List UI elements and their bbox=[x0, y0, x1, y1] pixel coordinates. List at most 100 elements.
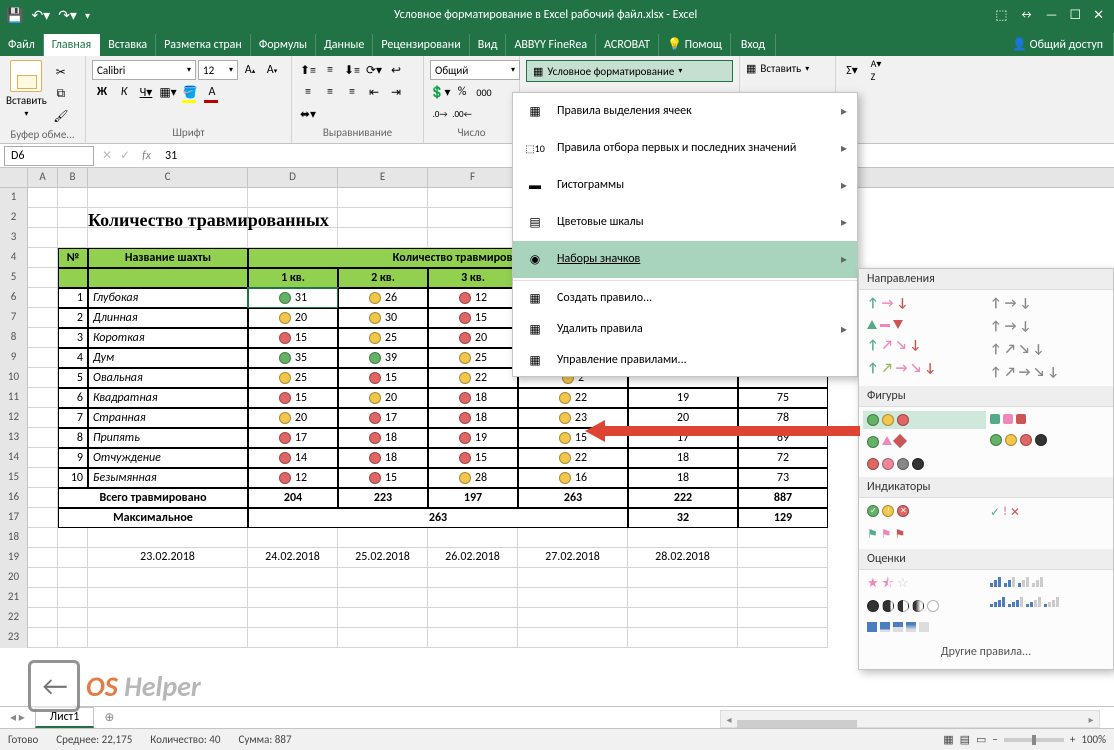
cell[interactable] bbox=[248, 588, 338, 608]
cf-manage-rules[interactable]: ▦Управление правилами... bbox=[513, 345, 857, 376]
iconset-3-stars[interactable]: ★⯪☆ bbox=[863, 574, 986, 593]
paste-button[interactable]: Вставить▾ bbox=[6, 60, 47, 126]
name-box[interactable]: D6 bbox=[4, 146, 94, 166]
select-all-corner[interactable] bbox=[0, 168, 28, 187]
italic-icon[interactable]: К bbox=[114, 82, 134, 102]
iconset-5-ratings[interactable] bbox=[986, 594, 1109, 610]
cell[interactable] bbox=[428, 528, 518, 548]
cell[interactable] bbox=[628, 608, 738, 628]
copy-icon[interactable]: ⧉ bbox=[51, 84, 71, 104]
cell[interactable] bbox=[88, 528, 248, 548]
iconset-3-traffic-unrimmed[interactable] bbox=[863, 411, 986, 429]
font-size-select[interactable]: 12 ▾ bbox=[198, 60, 238, 80]
cell[interactable] bbox=[248, 628, 338, 648]
cell[interactable] bbox=[628, 528, 738, 548]
cf-color-scales[interactable]: ▤Цветовые шкалы▸ bbox=[513, 204, 857, 241]
minimize-icon[interactable]: — bbox=[1046, 8, 1058, 23]
cell[interactable] bbox=[628, 588, 738, 608]
cell[interactable] bbox=[58, 188, 88, 208]
cell[interactable] bbox=[88, 188, 248, 208]
bold-icon[interactable]: Ж bbox=[92, 82, 112, 102]
maximize-icon[interactable]: ☐ bbox=[1069, 8, 1081, 23]
dec-decimal-icon[interactable]: .00← bbox=[452, 104, 472, 124]
tab-abbyy[interactable]: ABBYY FineRea bbox=[506, 34, 596, 56]
iconset-3-symbols[interactable]: ✓!✕ bbox=[986, 502, 1109, 523]
insert-cells-icon[interactable]: ▦ bbox=[746, 62, 756, 75]
iconset-3-arrows-gray2[interactable]: ↑→↓ bbox=[986, 317, 1109, 336]
cell[interactable] bbox=[428, 568, 518, 588]
cf-top-bottom-rules[interactable]: ⬚10Правила отбора первых и последних зна… bbox=[513, 130, 857, 167]
shrink-font-icon[interactable]: A▾ bbox=[262, 60, 282, 80]
format-painter-icon[interactable]: 🖌 bbox=[51, 106, 71, 126]
zoom-in-icon[interactable]: + bbox=[1070, 733, 1075, 746]
close-icon[interactable]: ✕ bbox=[1093, 8, 1104, 23]
horizontal-scrollbar[interactable]: ◂▸ bbox=[720, 710, 1100, 728]
view-break-icon[interactable]: ▭ bbox=[976, 733, 986, 746]
iconset-5-arrows-gray[interactable]: ↑↗→↘↓ bbox=[986, 363, 1109, 382]
autosum-icon[interactable]: Σ▾ bbox=[842, 60, 862, 80]
cell[interactable] bbox=[428, 588, 518, 608]
col-E[interactable]: E bbox=[338, 168, 428, 187]
cell[interactable] bbox=[88, 588, 248, 608]
iconset-5-quarters[interactable] bbox=[863, 597, 986, 615]
cell[interactable] bbox=[248, 608, 338, 628]
cell[interactable] bbox=[248, 188, 338, 208]
cell[interactable] bbox=[338, 608, 428, 628]
wrap-icon[interactable]: ↩ bbox=[386, 60, 406, 80]
fx-icon[interactable]: fx bbox=[134, 149, 159, 163]
cell[interactable] bbox=[58, 228, 88, 248]
tab-help[interactable]: 💡 Помощ bbox=[659, 33, 731, 56]
cell[interactable] bbox=[518, 628, 628, 648]
cell[interactable] bbox=[428, 628, 518, 648]
cell[interactable] bbox=[738, 588, 828, 608]
cell[interactable] bbox=[738, 608, 828, 628]
link-icon[interactable]: ↔ bbox=[1019, 8, 1033, 23]
cell[interactable] bbox=[338, 588, 428, 608]
iconset-3-traffic-rimmed[interactable] bbox=[986, 411, 1109, 427]
iconsets-more-rules[interactable]: Другие правила... bbox=[859, 639, 1113, 665]
cell[interactable] bbox=[428, 188, 518, 208]
cell[interactable] bbox=[628, 628, 738, 648]
cell[interactable] bbox=[88, 628, 248, 648]
align-left-icon[interactable]: ≡ bbox=[298, 82, 318, 102]
tab-view[interactable]: Вид bbox=[470, 34, 507, 56]
cell[interactable] bbox=[58, 208, 88, 228]
redo-icon[interactable]: ↷▾ bbox=[58, 7, 77, 24]
indent-dec-icon[interactable]: ⇤ bbox=[364, 82, 384, 102]
iconset-5-boxes[interactable] bbox=[863, 619, 986, 635]
insert-label[interactable]: Вставить bbox=[760, 62, 801, 75]
row-header[interactable]: 1 bbox=[0, 188, 28, 208]
row-header[interactable]: 2 bbox=[0, 208, 28, 228]
tab-data[interactable]: Данные bbox=[316, 34, 373, 56]
iconset-4-traffic[interactable] bbox=[986, 431, 1109, 449]
iconset-3-signs[interactable] bbox=[863, 433, 986, 451]
tab-layout[interactable]: Разметка стран bbox=[156, 34, 251, 56]
align-mid-icon[interactable]: ≡ bbox=[320, 60, 340, 80]
conditional-format-button[interactable]: ▦ Условное форматирование▾ bbox=[526, 60, 733, 82]
currency-icon[interactable]: 💲▾ bbox=[430, 82, 450, 102]
cell[interactable] bbox=[58, 608, 88, 628]
cell[interactable] bbox=[338, 628, 428, 648]
iconset-4-arrows-gray[interactable]: ↑↗↘↓ bbox=[986, 340, 1109, 359]
cf-highlight-rules[interactable]: ▦Правила выделения ячеек▸ bbox=[513, 93, 857, 130]
font-name-select[interactable]: Calibri ▾ bbox=[92, 60, 196, 80]
cell[interactable] bbox=[738, 568, 828, 588]
col-F[interactable]: F bbox=[428, 168, 518, 187]
tab-home[interactable]: Главная bbox=[44, 34, 100, 56]
col-D[interactable]: D bbox=[248, 168, 338, 187]
cell[interactable] bbox=[28, 568, 58, 588]
cell[interactable] bbox=[28, 628, 58, 648]
align-right-icon[interactable]: ≡ bbox=[342, 82, 362, 102]
iconset-3-symbols-circled[interactable]: ✓!✕ bbox=[863, 502, 986, 520]
tab-formulas[interactable]: Формулы bbox=[251, 34, 316, 56]
cell[interactable] bbox=[28, 208, 58, 228]
cell[interactable] bbox=[628, 568, 738, 588]
cell[interactable] bbox=[518, 528, 628, 548]
share-button[interactable]: 👤 Общий доступ bbox=[1002, 33, 1114, 56]
align-center-icon[interactable]: ≡ bbox=[320, 82, 340, 102]
cut-icon[interactable]: ✂ bbox=[51, 62, 71, 82]
row-header[interactable]: 18 bbox=[0, 528, 28, 548]
undo-icon[interactable]: ↶▾ bbox=[31, 7, 50, 24]
iconset-4-red-to-black[interactable] bbox=[863, 455, 986, 473]
cell[interactable] bbox=[428, 208, 518, 228]
